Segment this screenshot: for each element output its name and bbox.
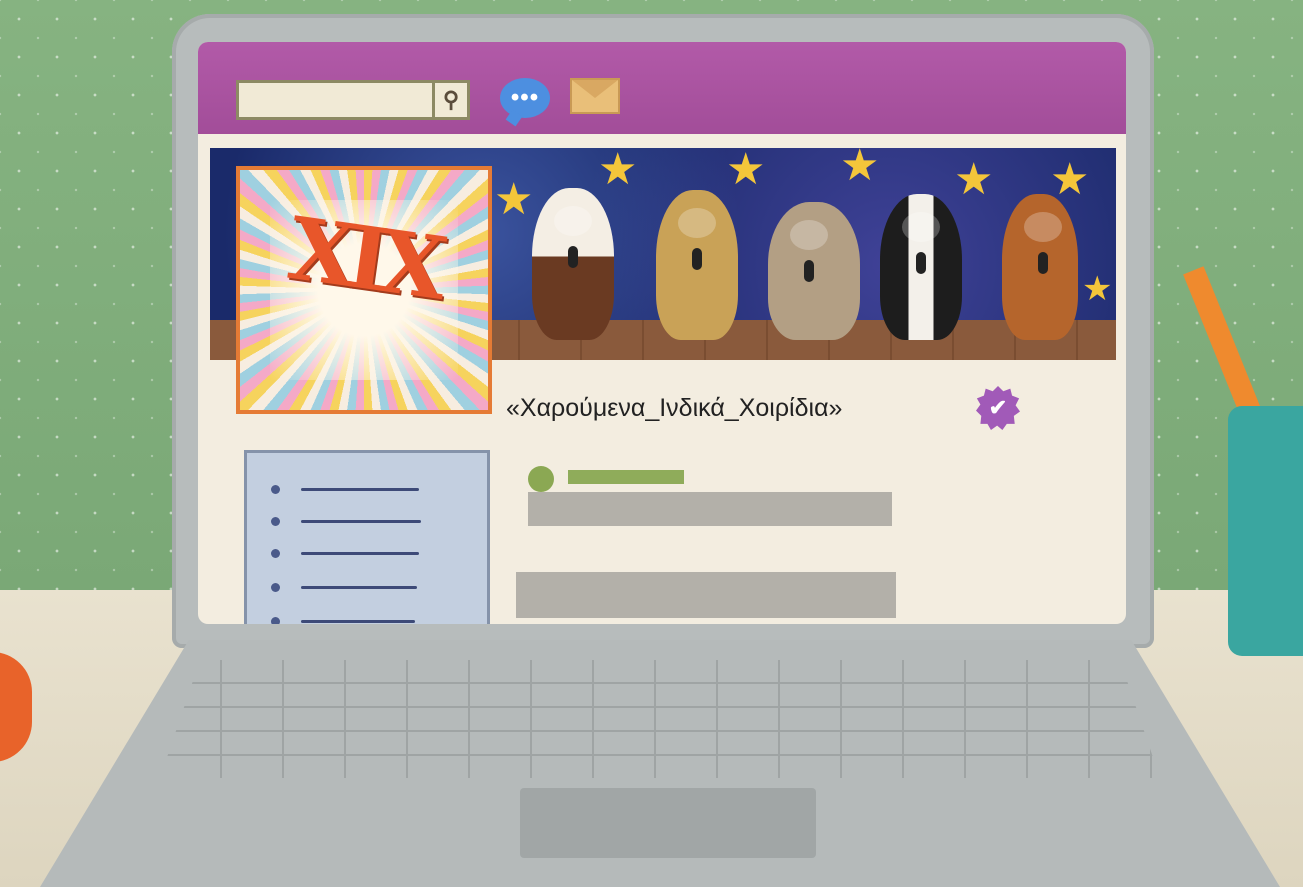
keyboard — [160, 660, 1160, 778]
star-decoration: ★ — [954, 155, 994, 204]
guinea-pig-singer — [768, 202, 860, 340]
search-input[interactable]: ⚲ — [236, 80, 470, 120]
guinea-pig-singer — [1002, 194, 1078, 340]
laptop-screen: ⚲ ••• ★ ★ ★ ★ ★ ★ ★ XIX «Χαρούμενα_Ινδικ… — [198, 42, 1126, 624]
guinea-pig-singer — [656, 190, 738, 340]
top-bar: ⚲ ••• — [198, 42, 1126, 134]
profile-name: «Χαρούμενα_Ινδικά_Χοιρίδια» — [506, 394, 843, 422]
post-author-name-placeholder[interactable] — [568, 470, 684, 484]
star-decoration: ★ — [1050, 155, 1090, 204]
search-icon[interactable]: ⚲ — [432, 83, 467, 117]
star-decoration: ★ — [1082, 270, 1113, 308]
star-decoration: ★ — [726, 148, 766, 194]
post-content-placeholder — [516, 572, 896, 618]
star-decoration: ★ — [598, 148, 638, 194]
guinea-pig-singer — [880, 194, 962, 340]
guinea-pig-singer — [532, 188, 614, 340]
chat-bubble-icon[interactable]: ••• — [500, 78, 550, 118]
pencil-cup — [1228, 406, 1303, 656]
envelope-icon[interactable] — [570, 78, 620, 114]
trackpad — [520, 788, 816, 858]
profile-avatar[interactable]: XIX — [236, 166, 492, 414]
post-author-avatar[interactable] — [528, 466, 554, 492]
verified-badge-icon: ✔ — [976, 386, 1020, 430]
star-decoration: ★ — [494, 175, 534, 224]
star-decoration: ★ — [840, 148, 880, 190]
sidebar-list — [244, 450, 490, 624]
post-text-placeholder — [528, 492, 892, 526]
